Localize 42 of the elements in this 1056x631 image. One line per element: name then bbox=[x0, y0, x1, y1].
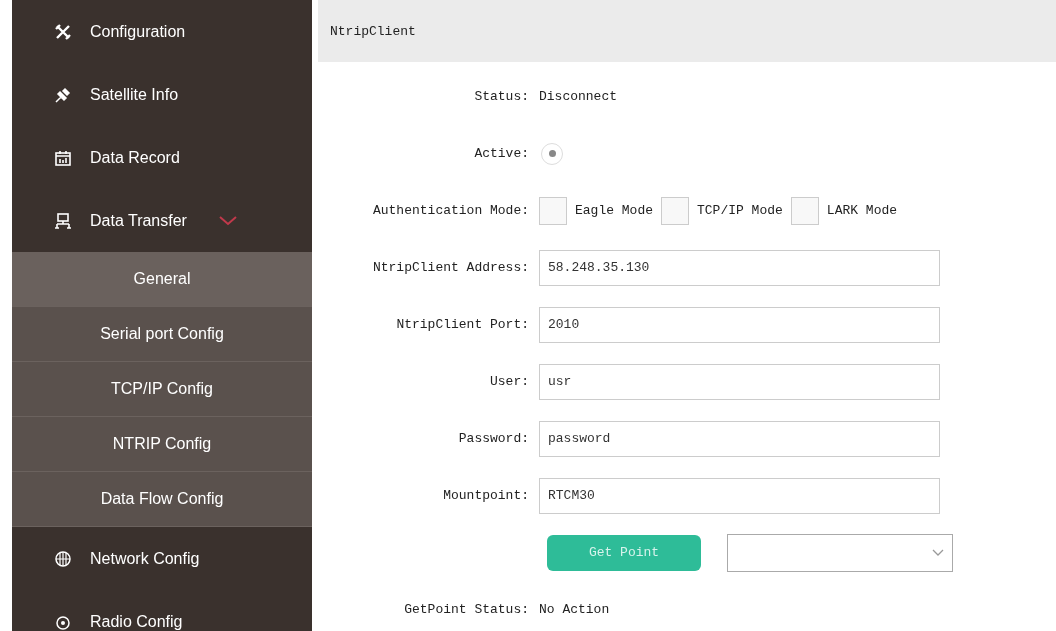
checkbox[interactable] bbox=[661, 196, 689, 225]
input-field[interactable]: usr bbox=[539, 363, 940, 400]
dropdown[interactable] bbox=[727, 533, 953, 572]
panel-title: NtripClient bbox=[318, 0, 1056, 62]
sidebar-item[interactable]: Configuration bbox=[12, 0, 312, 63]
checkbox[interactable] bbox=[790, 196, 819, 225]
field-label: Mountpoint: bbox=[443, 488, 529, 503]
checkbox[interactable] bbox=[539, 196, 567, 225]
computer-network-icon bbox=[54, 211, 72, 230]
sidebar-item[interactable]: Radio Config bbox=[12, 590, 312, 631]
field-label: GetPoint Status: bbox=[404, 602, 529, 617]
field-label: Status: bbox=[474, 89, 529, 104]
sidebar-item[interactable]: Network Config bbox=[12, 527, 312, 590]
satellite-icon bbox=[54, 85, 72, 104]
field-label: Active: bbox=[474, 146, 529, 161]
field-label: NtripClient Port: bbox=[396, 317, 529, 332]
chevron-down-icon bbox=[932, 548, 944, 557]
input-field[interactable]: 2010 bbox=[539, 306, 940, 343]
input-field[interactable]: 58.248.35.130 bbox=[539, 249, 940, 286]
input-field[interactable]: RTCM30 bbox=[539, 477, 940, 514]
submenu-item[interactable]: NTRIP Config bbox=[12, 417, 312, 472]
globe-icon bbox=[54, 549, 72, 568]
checkbox-label: TCP/IP Mode bbox=[697, 203, 783, 218]
submenu-item[interactable]: TCP/IP Config bbox=[12, 362, 312, 417]
calendar-icon bbox=[54, 148, 72, 167]
submenu-item[interactable]: Serial port Config bbox=[12, 307, 312, 362]
submenu-item[interactable]: General bbox=[12, 252, 312, 307]
checkbox-label: Eagle Mode bbox=[575, 203, 653, 218]
field-label: NtripClient Address: bbox=[372, 260, 529, 275]
status-text: Disconnect bbox=[539, 89, 617, 104]
field-label: Password: bbox=[458, 431, 529, 446]
checkbox-label: LARK Mode bbox=[826, 203, 898, 218]
input-field[interactable]: password bbox=[539, 420, 940, 457]
sidebar-item[interactable]: Data Transfer bbox=[12, 189, 312, 252]
submenu-item[interactable]: Data Flow Config bbox=[12, 472, 312, 527]
field-label: User: bbox=[490, 374, 529, 389]
sidebar-item[interactable]: Data Record bbox=[12, 126, 312, 189]
tools-icon bbox=[54, 22, 72, 41]
field-label: Authentication Mode: bbox=[372, 203, 529, 218]
sidebar-item[interactable]: Satellite Info bbox=[12, 63, 312, 126]
chevron-icon bbox=[218, 215, 237, 226]
status-text: No Action bbox=[539, 602, 610, 617]
